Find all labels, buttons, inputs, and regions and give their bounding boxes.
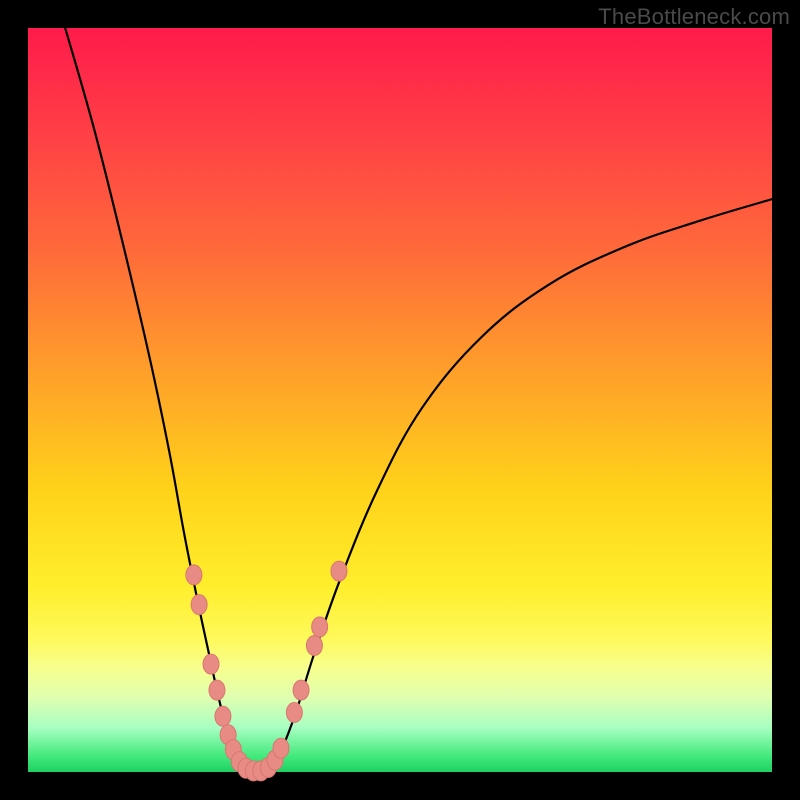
bottleneck-curve (65, 28, 772, 772)
curve-marker (306, 636, 322, 656)
watermark-text: TheBottleneck.com (598, 4, 790, 30)
curve-marker (186, 565, 202, 585)
curve-marker (209, 680, 225, 700)
curve-marker (215, 706, 231, 726)
curve-marker (331, 561, 347, 581)
curve-marker (312, 617, 328, 637)
curve-marker (273, 738, 289, 758)
curve-layer (28, 28, 772, 772)
curve-marker (286, 702, 302, 722)
curve-marker (191, 595, 207, 615)
curve-marker (293, 680, 309, 700)
chart-frame: TheBottleneck.com (0, 0, 800, 800)
curve-marker (203, 654, 219, 674)
plot-area (28, 28, 772, 772)
curve-markers (186, 561, 347, 781)
